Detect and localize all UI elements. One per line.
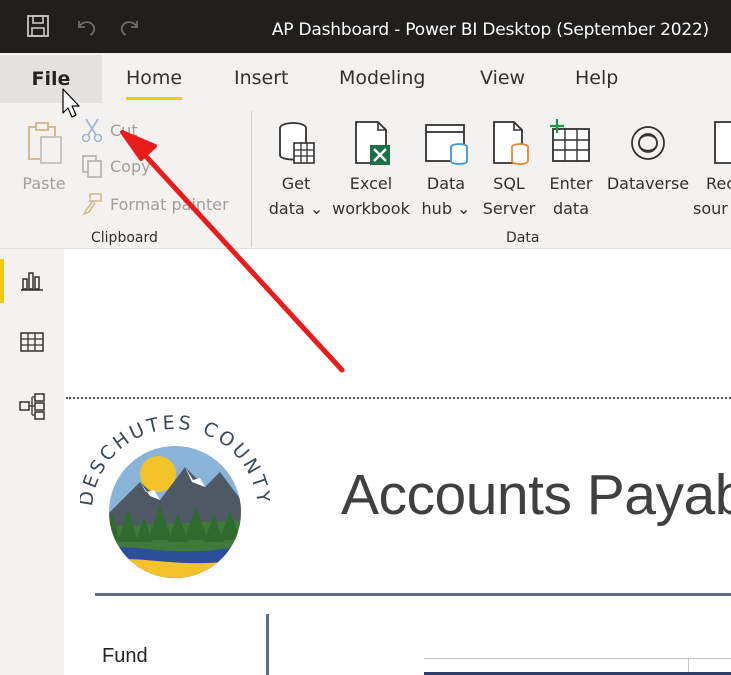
tab-view[interactable]: View — [480, 67, 525, 89]
tab-insert[interactable]: Insert — [234, 67, 289, 89]
deschutes-county-logo: DESCHUTES COUNTY — [80, 412, 270, 578]
tab-modeling[interactable]: Modeling — [339, 67, 425, 89]
recent-sources-icon — [714, 121, 731, 164]
tab-view-label: View — [480, 67, 526, 89]
cut-button[interactable]: Cut — [80, 116, 138, 144]
title-bar: AP Dashboard - Power BI Desktop (Septemb… — [0, 0, 731, 53]
undo-button[interactable] — [71, 11, 101, 41]
copy-icon — [82, 155, 102, 178]
redo-button[interactable] — [115, 11, 145, 41]
tab-insert-label: Insert — [234, 67, 289, 89]
tab-file-label: File — [31, 68, 71, 90]
enter-data-icon — [550, 119, 590, 162]
excel-label-1: Excel — [349, 174, 393, 193]
data-hub-label-2: hub ⌄ — [421, 199, 471, 218]
paste-button[interactable]: Paste — [14, 103, 74, 223]
group-separator — [251, 111, 252, 247]
save-button[interactable] — [23, 11, 53, 41]
paste-icon — [28, 122, 62, 164]
sql-server-icon — [493, 121, 529, 165]
data-view-button[interactable] — [0, 312, 64, 372]
scissors-icon — [81, 118, 103, 143]
active-tab-indicator — [126, 97, 183, 100]
ribbon-home: Paste Cut Copy Format painter Clipboard — [0, 103, 731, 249]
tab-file[interactable]: File — [0, 55, 102, 103]
copy-label: Copy — [110, 156, 151, 176]
tab-home[interactable]: Home — [126, 67, 183, 100]
recent-sources-label-1: Rec — [706, 174, 731, 193]
title-divider — [95, 593, 731, 596]
page-boundary — [66, 397, 731, 399]
vertical-divider — [266, 614, 269, 675]
enter-data-label-2: data — [552, 199, 590, 218]
report-view-button[interactable] — [0, 251, 64, 311]
excel-workbook-button[interactable]: Excel workbook — [328, 103, 414, 223]
paste-label: Paste — [22, 174, 66, 193]
data-hub-icon — [425, 124, 468, 165]
data-view-icon — [20, 332, 44, 352]
copy-button[interactable]: Copy — [80, 152, 151, 180]
excel-label-2: workbook — [332, 199, 410, 218]
dataverse-button[interactable]: Dataverse — [603, 103, 693, 223]
sql-server-label-1: SQL — [493, 174, 525, 193]
get-data-button[interactable]: Get data ⌄ — [264, 103, 328, 223]
excel-icon — [355, 121, 390, 165]
tab-home-label: Home — [126, 67, 183, 89]
view-switcher — [0, 249, 64, 675]
paintbrush-icon — [82, 193, 102, 216]
report-view-icon — [21, 272, 43, 291]
format-painter-label: Format painter — [110, 194, 229, 214]
tab-modeling-label: Modeling — [339, 67, 426, 89]
dataverse-label: Dataverse — [606, 174, 690, 193]
clipboard-group-label: Clipboard — [91, 230, 158, 246]
cut-label: Cut — [110, 120, 138, 140]
get-data-label-1: Get — [281, 174, 311, 193]
dataverse-icon — [631, 126, 665, 160]
window-title: AP Dashboard - Power BI Desktop (Septemb… — [271, 20, 709, 40]
data-hub-label-1: Data — [426, 174, 466, 193]
enter-data-button[interactable]: Enter data — [543, 103, 599, 223]
model-view-button[interactable] — [0, 376, 64, 436]
recent-sources-button[interactable]: Rec sour — [693, 103, 731, 223]
sql-server-button[interactable]: SQL Server — [480, 103, 538, 223]
redo-icon — [120, 21, 138, 36]
recent-sources-label-2: sour — [693, 199, 728, 218]
tab-help[interactable]: Help — [575, 67, 618, 89]
enter-data-label-1: Enter — [549, 174, 593, 193]
ribbon-tabs: File Home Insert Modeling View Help — [0, 53, 731, 103]
fund-slicer-label[interactable]: Fund — [102, 645, 148, 668]
get-data-label-2: data ⌄ — [268, 199, 324, 218]
report-title: Accounts Payabl — [341, 463, 731, 527]
data-hub-button[interactable]: Data hub ⌄ — [416, 103, 476, 223]
model-view-icon — [19, 393, 45, 420]
tab-help-label: Help — [575, 67, 619, 89]
undo-icon — [78, 21, 96, 36]
data-group-label: Data — [506, 230, 540, 246]
sql-server-label-2: Server — [482, 199, 536, 218]
database-icon — [279, 122, 315, 164]
format-painter-button[interactable]: Format painter — [80, 190, 229, 218]
save-icon — [27, 15, 49, 37]
